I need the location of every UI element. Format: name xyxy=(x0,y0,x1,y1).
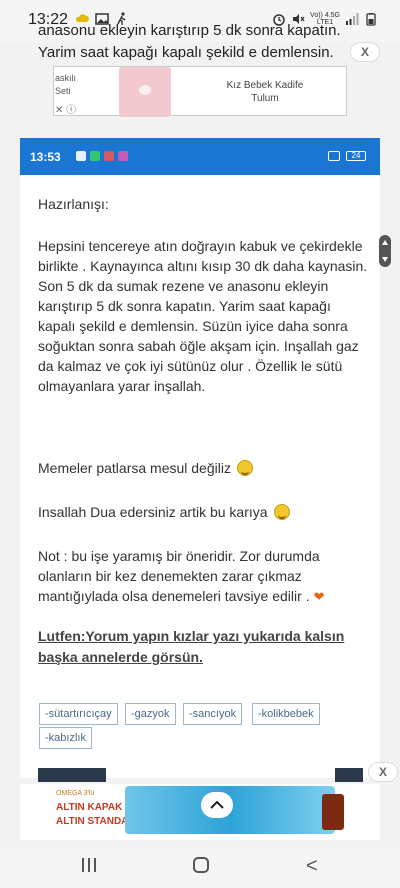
chevron-up-icon xyxy=(210,800,224,809)
tag-chip[interactable]: -sancıyok xyxy=(183,703,243,725)
ad-headline: ALTIN KAPAK xyxy=(56,802,123,813)
ad-title: Tulum xyxy=(251,93,279,104)
inner-status-icons xyxy=(76,151,128,161)
ad-brand-text: OMEGA 3'lü xyxy=(56,790,95,797)
recents-button[interactable] xyxy=(82,858,96,872)
partial-element xyxy=(335,768,363,782)
tag-chip[interactable]: -kolikbebek xyxy=(252,703,320,725)
battery-icon xyxy=(366,13,376,26)
ad-title: Kız Bebek Kadife xyxy=(226,80,304,91)
smiley-icon xyxy=(273,504,290,520)
post-recipe-text: Hepsini tencereye atın doğrayın kabuk ve… xyxy=(38,238,368,394)
close-bottom-ad-button[interactable]: X xyxy=(368,762,398,782)
inner-battery-indicator: 24 xyxy=(346,151,366,161)
partial-element xyxy=(38,768,106,782)
top-ad-banner[interactable]: askılı Seti ✕ ⓘ Kız Bebek Kadife Tulum xyxy=(53,66,347,117)
background-text-line: anasonu ekleyin karıştırıp 5 dk sonra ka… xyxy=(38,22,341,39)
bottom-ad-banner[interactable]: OMEGA 3'lü ALTIN KAPAK ALTIN STANDART xyxy=(20,784,380,840)
system-nav-bar: < xyxy=(0,848,400,888)
post-line: Memeler patlarsa mesul değiliz xyxy=(38,458,368,478)
post-note: Not : bu işe yaramış bir öneridir. Zor d… xyxy=(38,546,368,607)
close-ad-button[interactable]: X xyxy=(350,42,380,62)
post-link-text[interactable]: Lutfen:Yorum yapın kızlar yazı yukarıda … xyxy=(38,626,368,668)
ad-product-image xyxy=(322,794,344,830)
post-heading: Hazırlanışı: xyxy=(38,196,109,212)
inner-status-time: 13:53 xyxy=(30,150,61,164)
scrollbar-handle[interactable] xyxy=(379,235,391,267)
background-text-line: Yarim saat kapağı kapalı şekild e demlen… xyxy=(38,44,334,61)
back-button[interactable]: < xyxy=(306,855,318,878)
home-button[interactable] xyxy=(193,857,209,873)
smiley-icon xyxy=(236,460,253,476)
post-line: Insallah Dua edersiniz artik bu karıya xyxy=(38,502,368,522)
heart-icon: ❤ xyxy=(313,589,325,604)
signal-icon xyxy=(346,13,359,25)
tag-chip[interactable]: -kabızlık xyxy=(39,727,92,749)
post-line-text: Memeler patlarsa mesul değiliz xyxy=(38,460,231,476)
post-line-text: Insallah Dua edersiniz artik bu karıya xyxy=(38,504,268,520)
post-note-text: Not : bu işe yaramış bir öneridir. Zor d… xyxy=(38,548,320,604)
inner-status-bar: 13:53 24 xyxy=(20,141,380,175)
tag-chip[interactable]: -sütartırıcıçay xyxy=(39,703,118,725)
inner-status-right: 24 xyxy=(328,151,366,161)
ad-product-image xyxy=(119,67,171,117)
expand-ad-button[interactable] xyxy=(201,792,233,818)
tag-chip[interactable]: -gazyok xyxy=(125,703,176,725)
